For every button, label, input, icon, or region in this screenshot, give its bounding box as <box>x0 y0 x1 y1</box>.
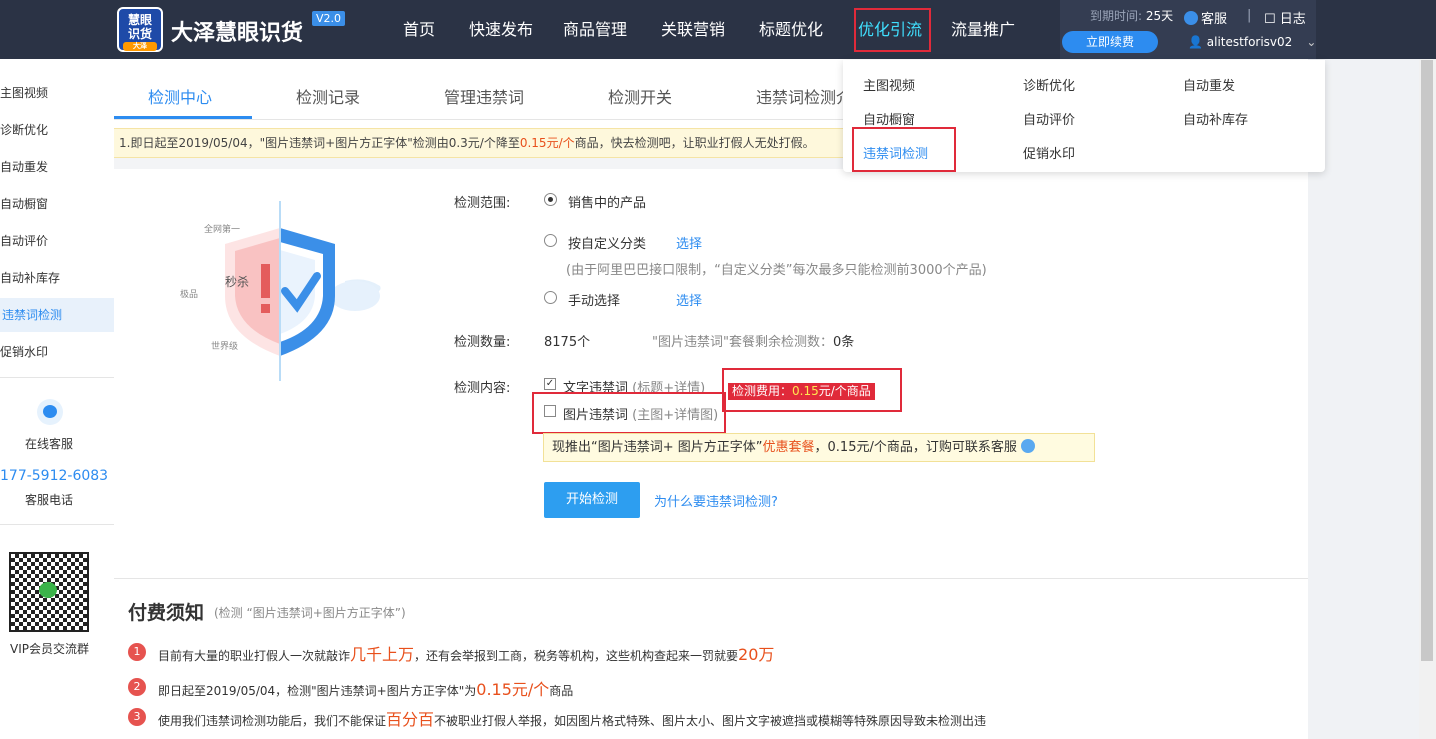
app-logo[interactable]: 慧眼 识货 大泽 <box>117 7 163 52</box>
sidebar-item-main-video[interactable]: 主图视频 <box>0 76 114 110</box>
dropdown-item-diagnose[interactable]: 诊断优化 <box>1023 75 1075 94</box>
wechat-icon <box>39 582 57 598</box>
scope-note: (由于阿里巴巴接口限制，“自定义分类”每次最多只能检测前3000个产品) <box>566 263 987 278</box>
nav-product-manage[interactable]: 商品管理 <box>563 0 627 59</box>
dropdown-item-auto-repost[interactable]: 自动重发 <box>1183 75 1235 94</box>
sidebar-item-auto-repost[interactable]: 自动重发 <box>0 150 114 184</box>
nav-traffic-promo[interactable]: 流量推广 <box>951 0 1015 59</box>
log-icon: ☐ <box>1264 12 1276 27</box>
text-words-checkbox[interactable]: ✓ <box>544 378 556 390</box>
start-detect-button[interactable]: 开始检测 <box>544 482 640 518</box>
online-service-label[interactable]: 在线客服 <box>25 435 73 452</box>
sidebar-item-auto-review[interactable]: 自动评价 <box>0 224 114 258</box>
dropdown-item-auto-showcase[interactable]: 自动橱窗 <box>863 109 915 128</box>
nav-title-optimize[interactable]: 标题优化 <box>759 0 823 59</box>
section-divider <box>114 578 1308 579</box>
promo-banner: 现推出“图片违禁词+ 图片方正字体”优惠套餐，0.15元/个商品，订购可联系客服 <box>543 433 1095 462</box>
qr-label: VIP会员交流群 <box>10 642 89 656</box>
service-chat-icon[interactable] <box>1020 439 1035 453</box>
version-badge: V2.0 <box>312 11 346 26</box>
scope-radio-on-sale[interactable] <box>544 193 557 206</box>
chevron-down-icon: ⌄ <box>1306 35 1317 49</box>
expire-info: 到期时间: 25天 <box>1090 9 1174 23</box>
scope-opt-custom-label[interactable]: 按自定义分类 <box>568 233 646 252</box>
remain-info: "图片违禁词"套餐剩余检测数：0条 <box>652 335 855 350</box>
pay-row: 即日起至2019/05/04，检测"图片违禁词+图片方正字体"为0.15元/个商… <box>158 680 574 699</box>
illustration-text-2: 秒杀 <box>225 275 250 289</box>
sidebar-item-forbidden-words[interactable]: 违禁词检测 <box>0 298 114 332</box>
dropdown-item-auto-review[interactable]: 自动评价 <box>1023 109 1075 128</box>
log-link[interactable]: ☐ 日志 <box>1264 8 1306 27</box>
dropdown-item-main-video[interactable]: 主图视频 <box>863 75 915 94</box>
sidebar-item-auto-restock[interactable]: 自动补库存 <box>0 261 114 295</box>
header-separator: | <box>1247 8 1252 23</box>
dropdown-item-auto-restock[interactable]: 自动补库存 <box>1183 109 1248 128</box>
nav-home[interactable]: 首页 <box>403 0 435 59</box>
tabs-divider <box>114 119 854 120</box>
scrollbar-thumb[interactable] <box>1421 60 1433 661</box>
why-detect-link[interactable]: 为什么要违禁词检测? <box>654 491 778 510</box>
logo-text-1: 慧眼 <box>127 13 152 27</box>
scope-radio-manual[interactable] <box>544 291 557 304</box>
illustration-text-1: 全网第一 <box>204 225 241 235</box>
tab-detect-center[interactable]: 检测中心 <box>148 84 212 108</box>
nav-related-marketing[interactable]: 关联营销 <box>661 0 725 59</box>
pay-row-number: 2 <box>128 678 146 696</box>
scope-label: 检测范围: <box>454 196 511 211</box>
tab-detect-switch[interactable]: 检测开关 <box>608 84 672 108</box>
pay-notes-title: 付费须知 <box>128 602 205 624</box>
nav-quick-publish[interactable]: 快速发布 <box>469 0 533 59</box>
notice-banner: 1.即日起至2019/05/04，"图片违禁词+图片方正字体"检测由0.3元/个… <box>114 128 854 158</box>
logo-subtext: 大泽 <box>123 42 157 51</box>
logo-text-2: 识货 <box>127 27 152 41</box>
sidebar-item-diagnose[interactable]: 诊断优化 <box>0 113 114 147</box>
scope-radio-custom-category[interactable] <box>544 234 557 247</box>
sidebar-item-auto-showcase[interactable]: 自动橱窗 <box>0 187 114 221</box>
sidebar-item-promo-watermark[interactable]: 促销水印 <box>0 335 114 369</box>
renew-button[interactable]: 立即续费 <box>1062 31 1158 53</box>
pay-row: 目前有大量的职业打假人一次就敲诈几千上万，还有会举报到工商，税务等机构，这些机构… <box>158 645 775 664</box>
service-icon <box>1184 11 1198 25</box>
scope-opt-on-sale-label[interactable]: 销售中的产品 <box>568 192 646 211</box>
user-menu[interactable]: 👤 alitestforisv02 ⌄ <box>1188 35 1316 49</box>
pay-notes-subtitle: (检测 “图片违禁词+图片方正字体”) <box>214 606 406 620</box>
service-phone: 177-5912-6083 <box>0 468 109 484</box>
dropdown-highlight-box <box>852 127 956 172</box>
scope-opt-manual-label[interactable]: 手动选择 <box>568 290 620 309</box>
service-link[interactable]: 客服 <box>1184 8 1227 27</box>
tab-detect-record[interactable]: 检测记录 <box>296 84 360 108</box>
count-value: 8175个 <box>544 335 591 350</box>
content-label: 检测内容: <box>454 381 511 396</box>
service-phone-label: 客服电话 <box>25 493 74 507</box>
pay-row-number: 1 <box>128 643 146 661</box>
online-service-icon[interactable] <box>37 399 63 425</box>
brand-name: 大泽慧眼识货 <box>171 21 304 46</box>
select-manual-link[interactable]: 选择 <box>676 290 702 309</box>
dropdown-item-promo-watermark[interactable]: 促销水印 <box>1023 143 1075 162</box>
pay-row-number: 3 <box>128 708 146 726</box>
pay-row: 使用我们违禁词检测功能后，我们不能保证百分百不被职业打假人举报，如因图片格式特殊… <box>158 710 987 729</box>
fee-highlight-box <box>722 368 902 412</box>
sidebar-divider <box>0 524 114 525</box>
illustration-text-3: 极品 <box>180 290 199 300</box>
image-words-highlight-box <box>532 392 726 434</box>
illustration-text-4: 世界级 <box>211 342 239 352</box>
tab-forbidden-intro[interactable]: 违禁词检测介 <box>756 84 851 108</box>
user-icon: 👤 <box>1188 35 1203 49</box>
count-label: 检测数量: <box>454 335 511 350</box>
select-category-link[interactable]: 选择 <box>676 233 702 252</box>
nav-highlight-box <box>854 8 931 52</box>
sidebar-divider <box>0 377 114 378</box>
tab-manage-words[interactable]: 管理违禁词 <box>444 84 524 108</box>
